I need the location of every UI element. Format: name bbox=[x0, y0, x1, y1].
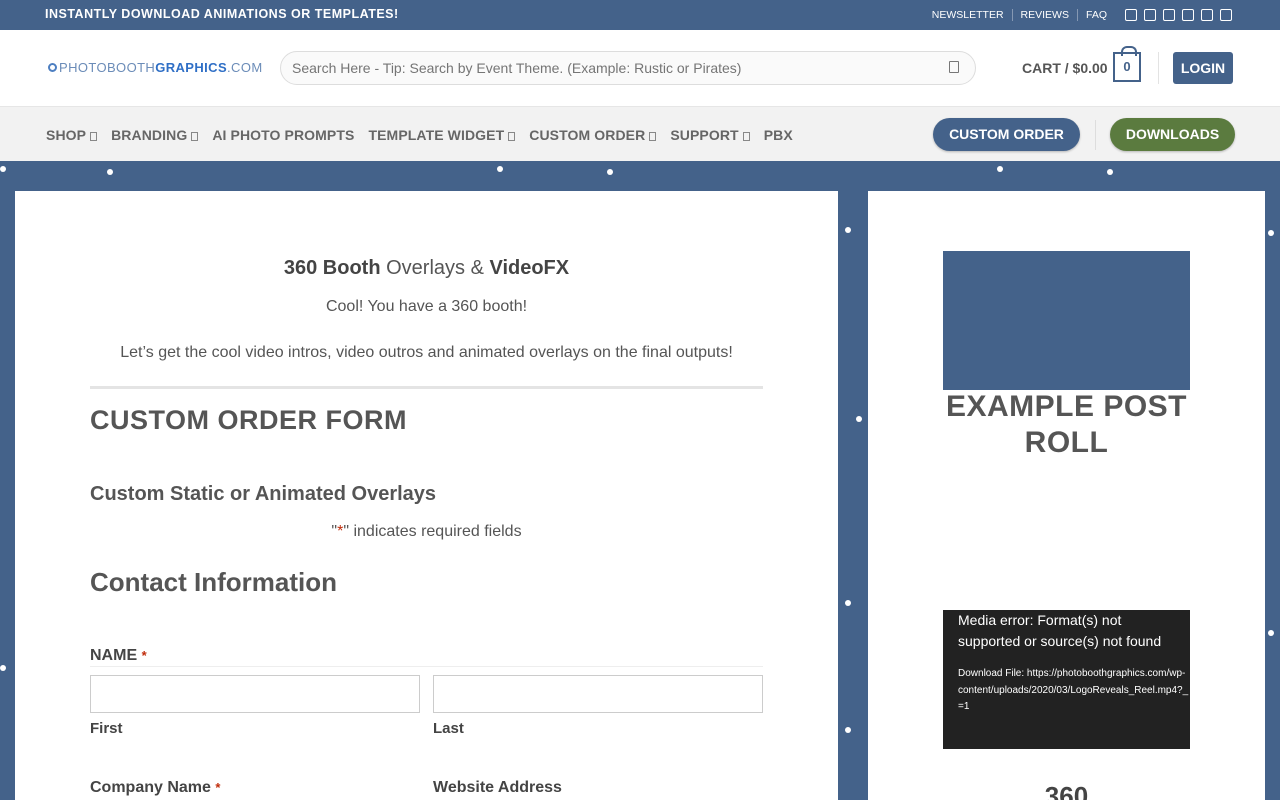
company-label-text: Company Name bbox=[90, 779, 211, 796]
snow-dot bbox=[1268, 630, 1274, 636]
nav-item-pbx[interactable]: PBX bbox=[764, 127, 793, 143]
form-subtitle: Custom Static or Animated Overlays bbox=[90, 483, 437, 505]
last-label: Last bbox=[433, 720, 464, 737]
title-part-1: 360 Booth bbox=[283, 257, 381, 279]
nav-item-support[interactable]: SUPPORT bbox=[670, 126, 750, 143]
main-nav: SHOP BRANDING AI PHOTO PROMPTS TEMPLATE … bbox=[0, 106, 1280, 161]
header-divider bbox=[1158, 52, 1159, 84]
first-label: First bbox=[90, 720, 123, 737]
promo-text: INSTANTLY DOWNLOAD ANIMATIONS OR TEMPLAT… bbox=[45, 7, 399, 21]
email-icon[interactable] bbox=[1220, 9, 1232, 21]
nav-item-branding[interactable]: BRANDING bbox=[111, 126, 199, 143]
intro-text-2: Let’s get the cool video intros, video o… bbox=[120, 344, 733, 361]
social-icons bbox=[1125, 9, 1232, 21]
chevron-down-icon bbox=[649, 131, 657, 141]
chevron-down-icon bbox=[191, 131, 199, 141]
logo-icon bbox=[48, 63, 57, 72]
search-input[interactable] bbox=[281, 52, 921, 84]
nav-item-ai-photo-prompts[interactable]: AI PHOTO PROMPTS bbox=[212, 127, 354, 143]
media-error-player: Media error: Format(s) not supported or … bbox=[943, 610, 1190, 749]
top-bar: INSTANTLY DOWNLOAD ANIMATIONS OR TEMPLAT… bbox=[0, 0, 1280, 30]
reviews-link[interactable]: REVIEWS bbox=[1011, 9, 1077, 21]
snow-dot bbox=[845, 227, 851, 233]
instagram-icon[interactable] bbox=[1144, 9, 1156, 21]
nav-divider bbox=[1095, 120, 1096, 150]
logo-text-2: GRAPHICS bbox=[155, 60, 228, 75]
download-file-link[interactable]: Download File: https://photoboothgraphic… bbox=[958, 666, 1190, 716]
downloads-button[interactable]: DOWNLOADS bbox=[1110, 118, 1235, 151]
snow-dot bbox=[856, 416, 862, 422]
pinterest-icon[interactable] bbox=[1182, 9, 1194, 21]
main-content: 360 Booth Overlays & VideoFX Cool! You h… bbox=[15, 191, 838, 800]
snow-dot bbox=[1268, 230, 1274, 236]
nav-item-shop[interactable]: SHOP bbox=[46, 126, 98, 143]
facebook-icon[interactable] bbox=[1125, 9, 1137, 21]
faq-link[interactable]: FAQ bbox=[1076, 9, 1115, 21]
twitter-icon[interactable] bbox=[1163, 9, 1175, 21]
newsletter-link[interactable]: NEWSLETTER bbox=[924, 9, 1012, 21]
post-roll-title: EXAMPLE POST ROLL bbox=[945, 390, 1188, 459]
nav-label: PBX bbox=[763, 126, 793, 143]
media-error-message: Media error: Format(s) not supported or … bbox=[958, 612, 1162, 649]
company-name-label: Company Name * bbox=[90, 779, 220, 797]
snow-dot bbox=[997, 166, 1003, 172]
form-title: CUSTOM ORDER FORM bbox=[90, 405, 407, 435]
sidebar: EXAMPLE POST ROLL Media error: Format(s)… bbox=[868, 191, 1265, 800]
website-address-label: Website Address bbox=[433, 779, 562, 796]
chevron-down-icon bbox=[742, 131, 750, 141]
video-thumbnail[interactable] bbox=[943, 251, 1190, 390]
first-name-field[interactable] bbox=[90, 675, 420, 713]
nav-item-custom-order[interactable]: CUSTOM ORDER bbox=[529, 126, 657, 143]
nav-item-template-widget[interactable]: TEMPLATE WIDGET bbox=[368, 126, 516, 143]
intro-text-1: Cool! You have a 360 booth! bbox=[325, 298, 528, 315]
name-rule bbox=[90, 666, 763, 667]
last-name-field[interactable] bbox=[433, 675, 763, 713]
cart-count-badge[interactable]: 0 bbox=[1113, 46, 1141, 82]
login-button[interactable]: LOGIN bbox=[1173, 52, 1233, 84]
last-name-input[interactable] bbox=[434, 676, 762, 712]
required-note: "*" indicates required fields bbox=[15, 523, 838, 541]
cart-link[interactable]: CART / $0.00 bbox=[1022, 60, 1108, 76]
site-logo[interactable]: PHOTOBOOTH GRAPHICS .COM bbox=[48, 60, 263, 75]
nav-label: SUPPORT bbox=[670, 126, 739, 143]
nav-label: SHOP bbox=[46, 126, 87, 143]
required-star: * bbox=[141, 648, 147, 663]
snow-dot bbox=[607, 169, 613, 175]
required-star: * bbox=[215, 780, 221, 795]
name-label-text: NAME bbox=[90, 647, 138, 664]
section-divider bbox=[90, 386, 763, 389]
nav-label: TEMPLATE WIDGET bbox=[368, 126, 505, 143]
title-part-3: VideoFX bbox=[489, 257, 570, 279]
intro-title: 360 Booth Overlays & VideoFX bbox=[15, 257, 838, 280]
snow-dot bbox=[845, 600, 851, 606]
nav-label: AI PHOTO PROMPTS bbox=[212, 126, 355, 143]
search-icon[interactable] bbox=[949, 61, 959, 73]
contact-section-title: Contact Information bbox=[90, 567, 337, 597]
logo-text-1: PHOTOBOOTH bbox=[59, 60, 156, 75]
top-links: NEWSLETTER REVIEWS FAQ bbox=[924, 0, 1232, 30]
logo-text-3: .COM bbox=[227, 60, 263, 75]
chevron-down-icon bbox=[508, 131, 516, 141]
site-header: PHOTOBOOTHGRAPHICS.COM CART / $0.00 0 LO… bbox=[0, 30, 1280, 106]
snow-dot bbox=[0, 166, 6, 172]
snow-dot bbox=[107, 169, 113, 175]
sidebar-heading: 360 bbox=[1044, 781, 1089, 800]
youtube-icon[interactable] bbox=[1201, 9, 1213, 21]
nav-label: CUSTOM ORDER bbox=[529, 126, 646, 143]
nav-label: BRANDING bbox=[111, 126, 188, 143]
search-bar bbox=[280, 51, 976, 85]
snow-dot bbox=[497, 166, 503, 172]
title-part-2: Overlays & bbox=[380, 257, 490, 279]
snow-dot bbox=[1107, 169, 1113, 175]
first-name-input[interactable] bbox=[91, 676, 419, 712]
chevron-down-icon bbox=[90, 131, 98, 141]
snow-dot bbox=[0, 665, 6, 671]
required-note-text: " indicates required fields bbox=[343, 523, 522, 540]
custom-order-button[interactable]: CUSTOM ORDER bbox=[933, 118, 1080, 151]
name-label: NAME * bbox=[90, 647, 147, 665]
snow-dot bbox=[845, 727, 851, 733]
